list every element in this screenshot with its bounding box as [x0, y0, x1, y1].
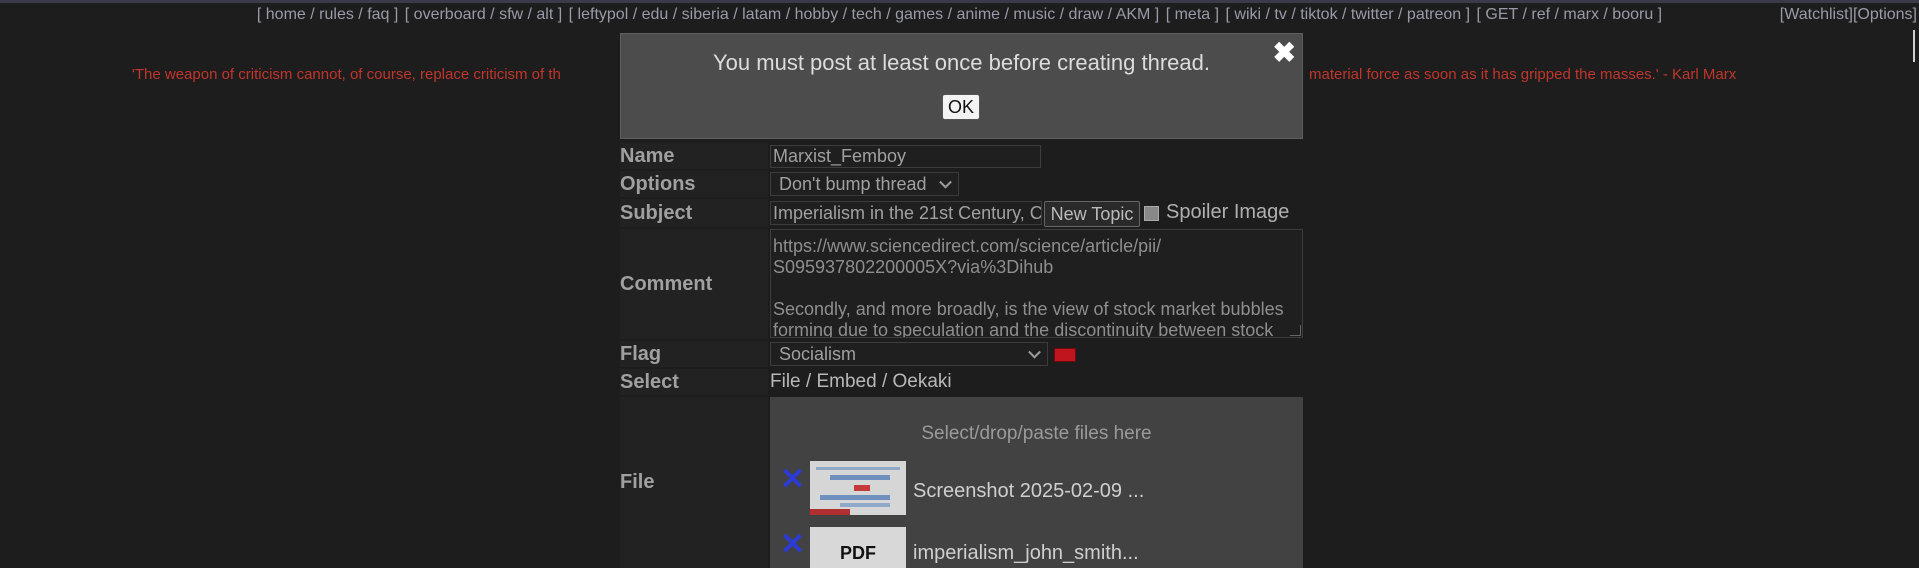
board-link-latam[interactable]: latam	[742, 6, 781, 23]
screenshot-thumbnail-image	[810, 461, 906, 515]
separator: /	[805, 371, 817, 392]
board-link-tiktok[interactable]: tiktok	[1300, 6, 1337, 23]
board-link-get[interactable]: GET	[1485, 6, 1518, 23]
alert-dialog: You must post at least once before creat…	[620, 33, 1303, 139]
top-navbar: [ home / rules / faq ] [ overboard / sfw…	[0, 0, 1919, 27]
board-link-faq[interactable]: faq	[367, 6, 389, 23]
file-row: File Select/drop/paste files here ✕ Scre…	[620, 397, 1303, 568]
top-right-links: [Watchlist][Options]	[1780, 6, 1917, 24]
select-oekaki-link[interactable]: Oekaki	[893, 371, 952, 392]
board-link-tv[interactable]: tv	[1274, 6, 1286, 23]
board-link-games[interactable]: games	[895, 6, 943, 23]
subject-row: Subject Imperialism in the 21st Century,…	[620, 199, 1303, 227]
spoiler-checkbox[interactable]	[1144, 206, 1159, 221]
select-embed-link[interactable]: Embed	[816, 371, 876, 392]
quote-text-left: 'The weapon of criticism cannot, of cour…	[132, 66, 561, 83]
board-link-edu[interactable]: edu	[642, 6, 669, 23]
board-link-tech[interactable]: tech	[852, 6, 882, 23]
select-row: Select File / Embed / Oekaki	[620, 369, 1303, 395]
file-label: File	[620, 397, 768, 568]
remove-file-icon[interactable]: ✕	[780, 530, 805, 560]
subject-label: Subject	[620, 199, 768, 227]
board-link-home[interactable]: home	[266, 6, 306, 23]
comment-line	[773, 278, 1296, 299]
board-list: [ home / rules / faq ] [ overboard / sfw…	[0, 6, 1919, 24]
options-value: Don't bump thread	[779, 174, 927, 194]
flag-row: Flag Socialism	[620, 341, 1303, 367]
watchlist-link[interactable]: [Watchlist]	[1780, 6, 1853, 23]
name-row: Name Marxist_Femboy	[620, 143, 1303, 169]
close-icon[interactable]: ✖	[1273, 36, 1296, 69]
board-link-meta[interactable]: meta	[1175, 6, 1211, 23]
board-group: [ overboard / sfw / alt ]	[404, 6, 563, 23]
comment-row: Comment https://www.sciencedirect.com/sc…	[620, 229, 1303, 339]
select-mode-links: File / Embed / Oekaki	[770, 371, 952, 393]
chevron-down-icon	[1028, 345, 1041, 359]
file-dropzone[interactable]: Select/drop/paste files here ✕ Screensho…	[770, 397, 1303, 568]
board-link-wiki[interactable]: wiki	[1234, 6, 1261, 23]
board-link-hobby[interactable]: hobby	[795, 6, 839, 23]
name-label: Name	[620, 143, 768, 169]
board-link-sfw[interactable]: sfw	[499, 6, 523, 23]
board-link-alt[interactable]: alt	[536, 6, 553, 23]
options-row: Options Don't bump thread	[620, 171, 1303, 197]
scrollbar-thumb[interactable]	[1913, 30, 1915, 62]
remove-file-icon[interactable]: ✕	[780, 465, 805, 495]
board-link-booru[interactable]: booru	[1612, 6, 1653, 23]
post-form: Name Marxist_Femboy Options Don't bump t…	[620, 141, 1303, 568]
board-link-overboard[interactable]: overboard	[414, 6, 486, 23]
board-link-music[interactable]: music	[1013, 6, 1055, 23]
comment-textarea[interactable]: https://www.sciencedirect.com/science/ar…	[770, 229, 1303, 338]
board-link-siberia[interactable]: siberia	[682, 6, 729, 23]
comment-line: forming due to speculation and the disco…	[773, 320, 1274, 338]
comment-line: Secondly, and more broadly, is the view …	[773, 299, 1284, 319]
options-label: Options	[620, 171, 768, 197]
file-name: Screenshot 2025-02-09 ...	[913, 480, 1145, 502]
board-group: [ home / rules / faq ]	[256, 6, 399, 23]
board-link-akm[interactable]: AKM	[1116, 6, 1151, 23]
spoiler-label: Spoiler Image	[1166, 201, 1290, 223]
separator: /	[881, 371, 893, 392]
subject-input[interactable]: Imperialism in the 21st Century, C	[770, 201, 1042, 225]
board-link-ref[interactable]: ref	[1531, 6, 1550, 23]
pdf-icon: PDF	[840, 543, 876, 563]
flag-value: Socialism	[779, 344, 857, 364]
resize-handle[interactable]	[1290, 325, 1301, 336]
board-group: [ leftypol / edu / siberia / latam / hob…	[568, 6, 1160, 23]
board-group: [ meta ]	[1165, 6, 1220, 23]
quote-text-right: material force as soon as it has gripped…	[1309, 66, 1737, 83]
board-group: [ wiki / tv / tiktok / twitter / patreon…	[1225, 6, 1471, 23]
board-link-patreon[interactable]: patreon	[1407, 6, 1461, 23]
flag-label: Flag	[620, 341, 768, 367]
comment-label: Comment	[620, 229, 768, 339]
new-topic-button[interactable]: New Topic	[1044, 201, 1140, 227]
board-link-anime[interactable]: anime	[957, 6, 1001, 23]
board-group: [ GET / ref / marx / booru ]	[1476, 6, 1663, 23]
select-file-link[interactable]: File	[770, 371, 801, 392]
file-name: imperialism_john_smith...	[913, 542, 1139, 564]
options-link[interactable]: [Options]	[1853, 6, 1917, 23]
board-link-rules[interactable]: rules	[319, 6, 354, 23]
dropzone-message: Select/drop/paste files here	[921, 423, 1152, 444]
comment-line: S095937802200005X?via%3Dihub	[773, 257, 1054, 277]
board-link-leftypol[interactable]: leftypol	[578, 6, 629, 23]
file-thumbnail: PDF	[810, 527, 906, 568]
name-input[interactable]: Marxist_Femboy	[770, 145, 1041, 168]
select-label: Select	[620, 369, 768, 395]
file-thumbnail	[810, 461, 906, 515]
board-link-draw[interactable]: draw	[1069, 6, 1104, 23]
flag-icon	[1054, 348, 1076, 362]
flag-select[interactable]: Socialism	[770, 342, 1048, 366]
alert-message: You must post at least once before creat…	[713, 50, 1210, 75]
board-link-twitter[interactable]: twitter	[1351, 6, 1394, 23]
chevron-down-icon	[939, 175, 952, 189]
ok-button[interactable]: OK	[942, 94, 980, 120]
comment-line: https://www.sciencedirect.com/science/ar…	[773, 236, 1162, 256]
board-link-marx[interactable]: marx	[1563, 6, 1599, 23]
options-select[interactable]: Don't bump thread	[770, 172, 959, 196]
